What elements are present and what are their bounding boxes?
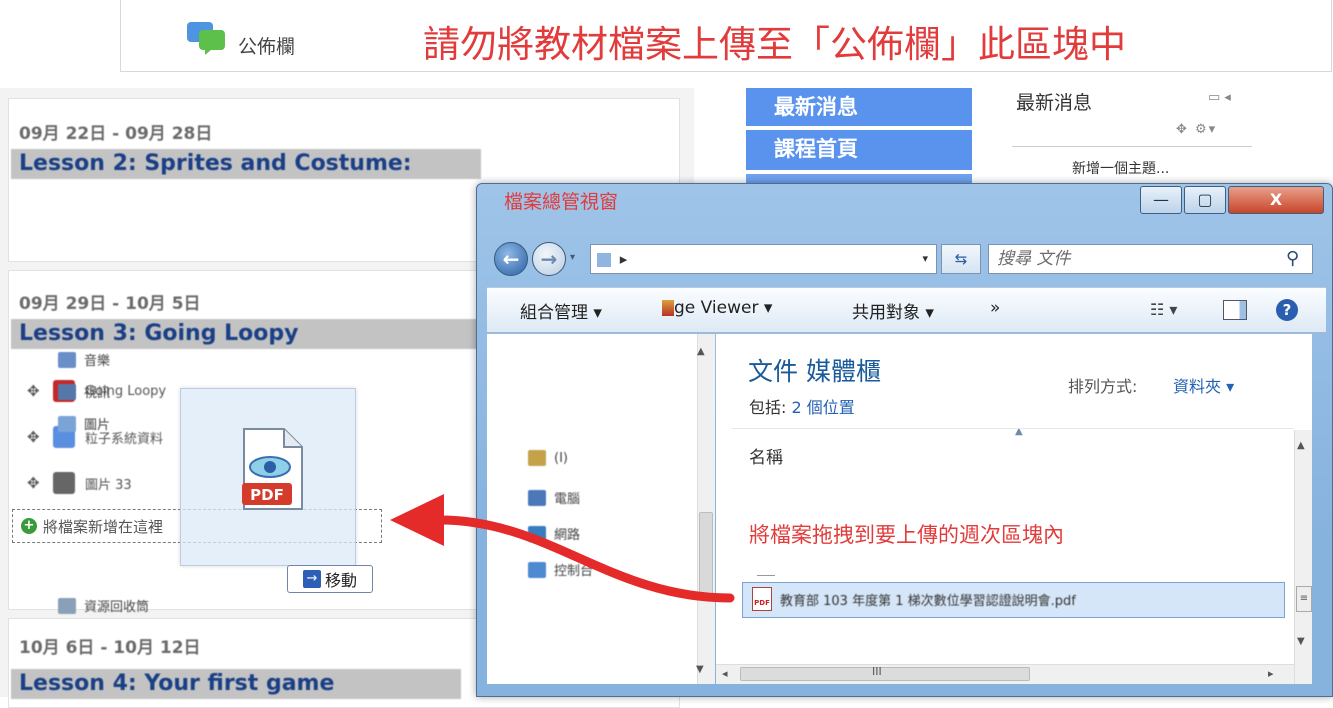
add-topic-link[interactable]: 新增一個主題...: [1072, 158, 1169, 178]
forum-warning-note: 請勿將教材檔案上傳至「公佈欄」此區塊中: [423, 23, 1126, 66]
image-viewer-menu[interactable]: ge Viewer ▾: [662, 298, 772, 318]
news-block-title: 最新消息: [1016, 92, 1093, 114]
close-button[interactable]: X: [1228, 186, 1324, 214]
move-icon[interactable]: ✥: [27, 429, 43, 445]
pictures-icon: [58, 415, 76, 432]
search-icon[interactable]: ⚲: [1286, 248, 1299, 269]
history-dropdown-icon[interactable]: ▾: [570, 252, 575, 263]
minimize-button[interactable]: —: [1140, 186, 1182, 214]
image-icon: [53, 472, 75, 494]
more-commands[interactable]: »: [990, 298, 1000, 318]
week-title[interactable]: Lesson 3: Going Loopy: [11, 319, 479, 349]
forum-label[interactable]: 公佈欄: [238, 32, 295, 59]
activity-item[interactable]: ✥ 圖片 33: [27, 471, 132, 495]
nav-item-control-panel[interactable]: 控制台: [528, 560, 593, 579]
navigation-pane: [487, 334, 715, 684]
move-icon[interactable]: ✥: [27, 475, 43, 491]
locations-link[interactable]: 2 個位置: [791, 398, 854, 417]
drag-instruction: 將檔案拖拽到要上傳的週次區塊內: [749, 523, 1064, 547]
arrow-right-icon: →: [302, 570, 321, 588]
add-icon: +: [21, 518, 37, 534]
preview-pane-icon[interactable]: [1223, 300, 1247, 320]
forward-button[interactable]: →: [532, 242, 566, 276]
divider: [757, 575, 775, 576]
nav-scroll-up-icon[interactable]: ▲: [697, 346, 705, 357]
image-viewer-label: ge Viewer ▾: [674, 298, 773, 318]
nav-item-drive[interactable]: (I): [528, 450, 568, 466]
scroll-left-icon[interactable]: ◂: [722, 667, 728, 680]
image-viewer-icon: [662, 300, 674, 316]
computer-icon: [528, 489, 546, 506]
nav-item-recycle-bin[interactable]: 資源回收筒: [58, 596, 149, 615]
week-date: 10月 6日 - 10月 12日: [19, 638, 201, 658]
address-bar[interactable]: ▸ ▾: [590, 244, 937, 274]
video-icon: [58, 383, 76, 400]
block-settings-icon[interactable]: ✥ ⚙▾: [1176, 122, 1217, 137]
scroll-grip-icon: III: [872, 665, 882, 678]
activity-label[interactable]: 圖片 33: [85, 474, 132, 493]
organize-menu[interactable]: 組合管理 ▾: [520, 298, 602, 323]
nav-item-music[interactable]: 音樂: [58, 350, 110, 369]
nav-scrollbar-thumb[interactable]: [699, 512, 713, 600]
network-icon: [528, 525, 546, 542]
refresh-icon[interactable]: ⇆: [941, 244, 981, 274]
nav-item-videos[interactable]: 視訊: [58, 382, 110, 401]
music-icon: [58, 351, 76, 368]
divider: [1012, 146, 1252, 147]
library-title: 文件 媒體櫃: [748, 357, 881, 386]
nav-scrollbar[interactable]: [697, 334, 715, 684]
scroll-down-icon[interactable]: ▼: [1297, 636, 1305, 647]
nav-item-pictures[interactable]: 圖片: [58, 414, 110, 433]
forum-icon: [187, 22, 225, 55]
add-file-label: 將檔案新增在這裡: [43, 517, 164, 536]
column-header-name[interactable]: 名稱: [749, 443, 783, 468]
move-button[interactable]: → 移動: [287, 565, 373, 593]
nav-scroll-down-icon[interactable]: ▼: [696, 664, 704, 675]
scroll-grip-icon[interactable]: ≡: [1296, 586, 1312, 612]
back-button[interactable]: ←: [494, 242, 528, 276]
maximize-button[interactable]: ▢: [1184, 186, 1226, 214]
week-title[interactable]: Lesson 4: Your first game: [11, 669, 461, 699]
control-panel-icon: [528, 561, 546, 578]
drive-icon: [528, 450, 546, 466]
week-date: 09月 29日 - 10月 5日: [19, 294, 201, 314]
nav-block-course-home[interactable]: 課程首頁: [746, 130, 972, 170]
file-name[interactable]: 教育部 103 年度第 1 梯次數位學習認證說明會.pdf: [780, 590, 1076, 609]
recycle-bin-icon: [58, 597, 76, 614]
scroll-right-icon[interactable]: ▸: [1268, 667, 1274, 680]
address-path: ▸: [619, 250, 628, 268]
help-icon[interactable]: ?: [1276, 299, 1298, 321]
address-dropdown-icon[interactable]: ▾: [922, 245, 928, 273]
nav-block-news[interactable]: 最新消息: [746, 88, 972, 126]
library-icon: [597, 252, 611, 267]
library-includes: 包括: 2 個位置: [749, 398, 855, 417]
pdf-file-icon: PDF: [242, 428, 303, 510]
horizontal-scrollbar-thumb[interactable]: [740, 667, 1030, 681]
scroll-up-icon[interactable]: ▲: [1297, 440, 1305, 451]
pdf-icon: PDF: [752, 587, 772, 611]
window-title: 檔案總管視窗: [504, 191, 619, 213]
column-header-divider: [732, 428, 1294, 429]
move-icon[interactable]: ✥: [27, 383, 43, 399]
week-title[interactable]: Lesson 2: Sprites and Costume:: [11, 149, 481, 179]
sort-dropdown[interactable]: 資料夾 ▾: [1173, 373, 1234, 397]
window-controls: — ▢ X: [1140, 186, 1325, 216]
move-button-label: 移動: [324, 571, 357, 590]
nav-item-network[interactable]: 網路: [528, 524, 580, 543]
pdf-label: PDF: [250, 486, 284, 504]
view-options-icon[interactable]: ☷ ▾: [1150, 300, 1177, 319]
search-input[interactable]: 搜尋 文件: [988, 244, 1313, 274]
share-menu[interactable]: 共用對象 ▾: [852, 298, 934, 323]
sort-label: 排列方式:: [1068, 377, 1138, 396]
nav-item-computer[interactable]: 電腦: [528, 488, 580, 507]
week-date: 09月 22日 - 09月 28日: [19, 124, 213, 144]
block-controls-icon[interactable]: ▭◂: [1208, 90, 1235, 105]
